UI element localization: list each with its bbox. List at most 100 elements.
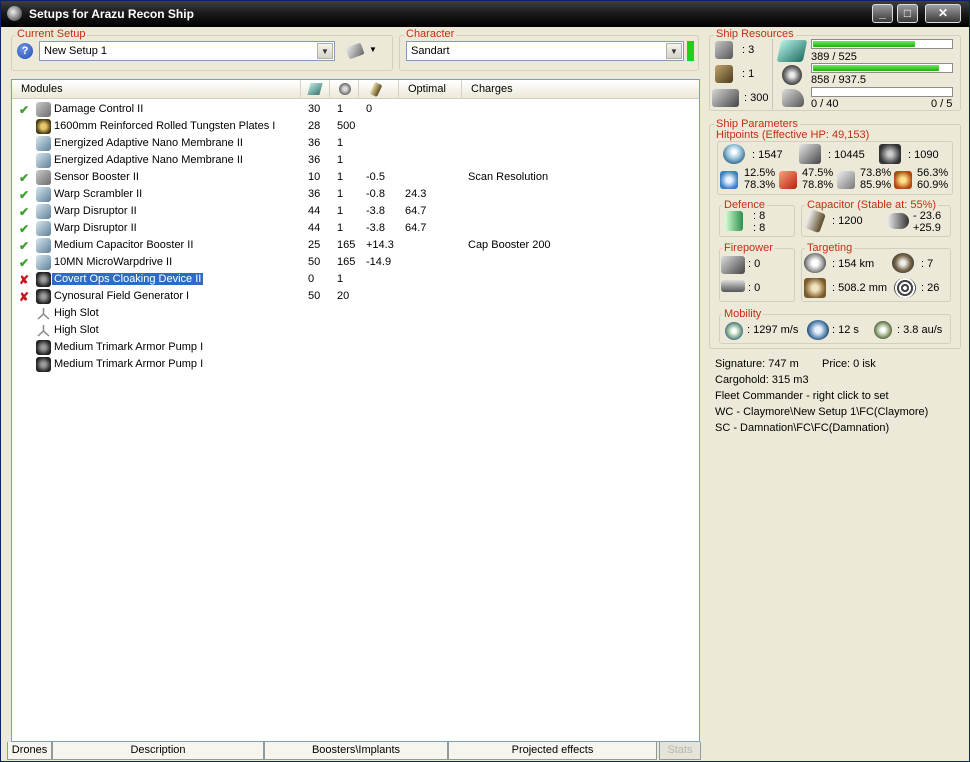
module-row[interactable]: ✔ Warp Scrambler II 36 1 -0.8 24.3 <box>12 186 699 203</box>
title-bar[interactable]: Setups for Arazu Recon Ship _ □ ✕ <box>1 1 969 27</box>
header-optimal[interactable]: Optimal <box>399 80 462 99</box>
module-row[interactable]: High Slot <box>12 305 699 322</box>
module-name: Medium Trimark Armor Pump I <box>54 341 204 353</box>
module-cpu: 44 <box>308 205 321 217</box>
em-resist-armor: 78.3% <box>744 179 776 191</box>
tab-description[interactable]: Description <box>52 742 264 760</box>
module-cpu: 30 <box>308 103 321 115</box>
thermal-resist-icon <box>779 171 797 189</box>
module-icon <box>36 102 51 117</box>
module-cpu: 36 <box>308 137 321 149</box>
module-row[interactable]: ✔ Medium Capacitor Booster II 25 165 +14.3 Ca… <box>12 237 699 254</box>
chevron-down-icon[interactable]: ▼ <box>666 43 682 59</box>
cap-recharge: +25.9 <box>913 222 941 234</box>
online-status-icon: ✔ <box>19 171 30 185</box>
character-status-indicator <box>687 41 694 61</box>
module-name: Medium Trimark Armor Pump I <box>54 358 204 370</box>
turret-dps-value: : 0 <box>748 258 761 270</box>
character-label: Character <box>404 28 457 40</box>
module-row[interactable]: Energized Adaptive Nano Membrane II 36 1 <box>12 152 699 169</box>
target-range-value: : 154 km <box>832 258 875 270</box>
module-cpu: 25 <box>308 239 321 251</box>
close-button[interactable]: ✕ <box>925 4 961 23</box>
missile-dps-icon <box>721 280 745 292</box>
character-select[interactable]: Sandart ▼ <box>406 41 684 61</box>
align-time-icon <box>807 320 829 340</box>
module-icon <box>36 255 51 270</box>
help-icon[interactable]: ? <box>17 43 33 59</box>
module-icon <box>36 153 51 168</box>
modules-list[interactable]: Modules Optimal Charges ✔ Damage Control … <box>11 79 700 742</box>
module-optimal: 64.7 <box>405 205 427 217</box>
header-capacitor[interactable] <box>359 80 399 99</box>
module-name: High Slot <box>54 307 99 319</box>
max-targets-icon <box>892 253 914 273</box>
module-row[interactable]: ✔ 10MN MicroWarpdrive II 50 165 -14.9 <box>12 254 699 271</box>
maximize-button[interactable]: □ <box>897 4 918 23</box>
turret-hardpoint-icon <box>715 41 733 59</box>
module-powergrid: 20 <box>337 290 350 302</box>
module-row[interactable]: ✔ Warp Disruptor II 44 1 -3.8 64.7 <box>12 220 699 237</box>
setup-tools-button[interactable]: ▼ <box>345 42 381 61</box>
module-row[interactable]: ✔ Warp Disruptor II 44 1 -3.8 64.7 <box>12 203 699 220</box>
module-row[interactable]: High Slot <box>12 322 699 339</box>
warp-speed-value: : 3.8 au/s <box>897 324 943 336</box>
squad-commander-text[interactable]: SC - Damnation\FC\FC(Damnation) <box>715 422 889 434</box>
module-name: Medium Capacitor Booster II <box>54 239 194 251</box>
header-power[interactable] <box>330 80 359 99</box>
setup-select[interactable]: New Setup 1 ▼ <box>39 41 335 61</box>
minimize-button[interactable]: _ <box>872 4 893 23</box>
sensor-strength-value: : 26 <box>921 282 940 294</box>
module-powergrid: 1 <box>337 137 344 149</box>
module-icon <box>36 340 51 355</box>
turret-slots-value: : 3 <box>742 44 755 56</box>
cap-usage: - 23.6 <box>913 210 942 222</box>
armor-hp: : 10445 <box>828 149 865 161</box>
module-cpu: 10 <box>308 171 321 183</box>
module-row[interactable]: Medium Trimark Armor Pump I <box>12 356 699 373</box>
fleet-commander-text[interactable]: Fleet Commander - right click to set <box>715 390 889 402</box>
module-row[interactable]: Medium Trimark Armor Pump I <box>12 339 699 356</box>
bottom-tabs: Drones Description Boosters\Implants Pro… <box>7 742 701 760</box>
wrench-icon <box>345 42 365 60</box>
cap-recharge-icon <box>887 213 909 229</box>
module-icon <box>36 289 51 304</box>
module-cpu: 50 <box>308 290 321 302</box>
dropdown-arrow-icon: ▼ <box>369 45 377 54</box>
tab-stats[interactable]: Stats <box>659 742 701 760</box>
drone-bay-value: 0 / 40 <box>811 98 839 110</box>
offline-status-icon: ✘ <box>19 290 30 304</box>
velocity-value: : 1297 m/s <box>747 324 799 336</box>
align-time-value: : 12 s <box>832 324 859 336</box>
setup-window: Setups for Arazu Recon Ship _ □ ✕ Curren… <box>0 0 970 762</box>
module-row[interactable]: ✔ Damage Control II 30 1 0 <box>12 101 699 118</box>
module-row[interactable]: Energized Adaptive Nano Membrane II 36 1 <box>12 135 699 152</box>
module-capacitor: +14.3 <box>366 239 394 251</box>
kinetic-resist-armor: 85.9% <box>860 179 892 191</box>
tab-drones[interactable]: Drones <box>7 742 52 760</box>
em-resist-shield: 12.5% <box>744 167 776 179</box>
module-row[interactable]: ✘ Covert Ops Cloaking Device II 0 1 <box>12 271 699 288</box>
chevron-down-icon[interactable]: ▼ <box>317 43 333 59</box>
header-modules[interactable]: Modules <box>12 80 301 99</box>
module-name: Cynosural Field Generator I <box>54 290 190 302</box>
tab-projected-effects[interactable]: Projected effects <box>448 742 657 760</box>
header-charges[interactable]: Charges <box>462 80 698 99</box>
module-optimal: 64.7 <box>405 222 427 234</box>
module-row[interactable]: 1600mm Reinforced Rolled Tungsten Plates… <box>12 118 699 135</box>
missile-dps-value: : 0 <box>748 282 761 294</box>
module-row[interactable]: ✘ Cynosural Field Generator I 50 20 <box>12 288 699 305</box>
tab-boosters-implants[interactable]: Boosters\Implants <box>264 742 448 760</box>
cpu-chip-icon <box>307 83 323 95</box>
module-charges: Cap Booster 200 <box>468 239 551 251</box>
module-name: Sensor Booster II <box>54 171 139 183</box>
price-text: Price: 0 isk <box>822 358 876 370</box>
explosive-resist-icon <box>894 171 912 189</box>
wing-commander-text[interactable]: WC - Claymore\New Setup 1\FC(Claymore) <box>715 406 928 418</box>
module-row[interactable]: ✔ Sensor Booster II 10 1 -0.5 Scan Resolution <box>12 169 699 186</box>
current-setup-label: Current Setup <box>15 28 88 40</box>
module-icon <box>36 119 51 134</box>
header-cpu[interactable] <box>301 80 330 99</box>
defence-value-1: : 8 <box>753 210 766 222</box>
module-icon <box>36 170 51 185</box>
